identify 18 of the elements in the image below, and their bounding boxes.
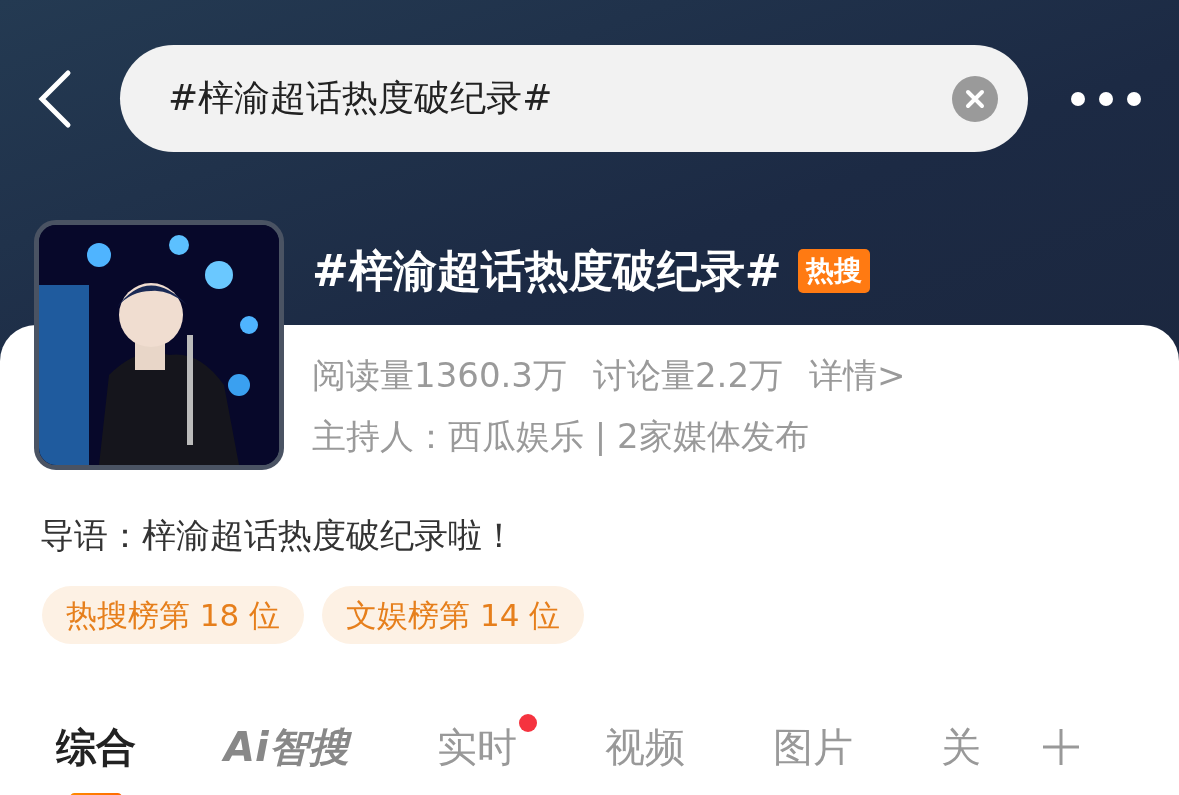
stat-text: 阅读量1360.3万 (312, 354, 567, 397)
clear-icon[interactable] (952, 75, 998, 122)
search-bar[interactable]: #梓渝超话热度破纪录# (120, 45, 1028, 152)
search-field[interactable]: #梓渝超话热度破纪录# (168, 78, 952, 119)
tab[interactable]: 实时 (436, 716, 517, 778)
intro-text: 导语：梓渝超话热度破纪录啦！ (40, 514, 517, 557)
hot-badge: 热搜 (797, 249, 870, 293)
tab[interactable]: 综合 (56, 716, 136, 778)
host-text: 主持人：西瓜娱乐 | 2家媒体发布 (312, 415, 810, 458)
stat-text: 讨论量2.2万 (592, 354, 784, 397)
topic-title: #梓渝超话热度破纪录# (312, 243, 782, 298)
tab[interactable]: 图片 (772, 716, 853, 778)
tab[interactable]: 关 (940, 716, 981, 778)
ranking-tag[interactable]: 热搜榜第 18 位 (42, 586, 305, 644)
tab[interactable]: 视频 (604, 716, 685, 778)
ranking-tag[interactable]: 文娱榜第 14 位 (322, 586, 585, 644)
details-link[interactable]: 详情> (809, 353, 906, 399)
plus-icon[interactable] (1040, 727, 1081, 767)
